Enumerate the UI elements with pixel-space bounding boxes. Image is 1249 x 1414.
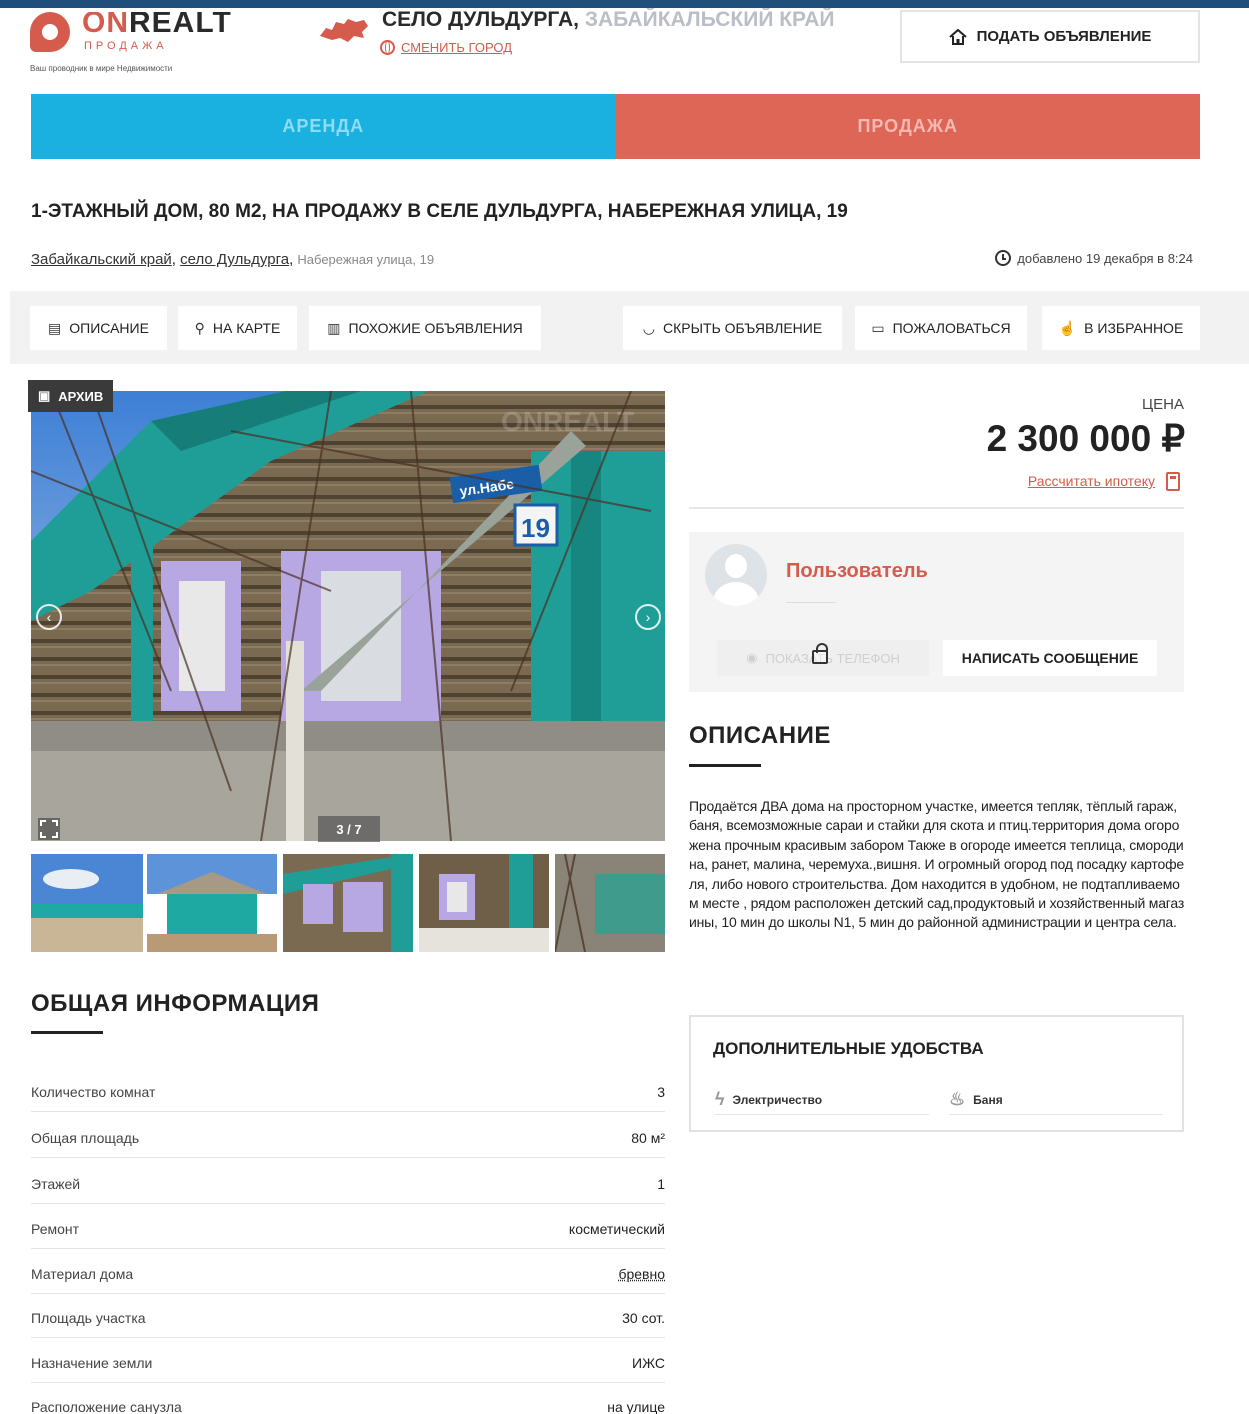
- top-bar: [0, 0, 1249, 8]
- write-message-button[interactable]: НАПИСАТЬ СООБЩЕНИЕ: [943, 640, 1157, 676]
- archive-icon: ▣: [38, 388, 51, 403]
- main-photo[interactable]: ул.Набе 19 ONREALT: [31, 391, 665, 841]
- divider: [786, 602, 836, 603]
- added-date: добавлено 19 декабря в 8:24: [995, 250, 1193, 266]
- info-row-renovation: Ремонт косметический: [31, 1205, 665, 1249]
- logo-tagline: Ваш проводник в мире Недвижимости: [30, 64, 173, 73]
- fullscreen-icon[interactable]: [38, 818, 60, 840]
- clock-icon: [995, 250, 1012, 266]
- bathhouse-icon: ♨: [949, 1089, 966, 1109]
- calculator-icon[interactable]: [1166, 472, 1180, 491]
- next-photo-button[interactable]: ›: [635, 604, 661, 630]
- document-icon: ▤: [48, 319, 62, 336]
- comment-icon: ▭: [871, 319, 885, 336]
- home-icon: [948, 28, 967, 45]
- globe-icon: [380, 40, 395, 55]
- photo-counter: 3 / 7: [318, 816, 380, 842]
- hide-ad-button[interactable]: ◡ СКРЫТЬ ОБЪЯВЛЕНИЕ: [623, 306, 842, 350]
- info-row-land-purpose: Назначение земли ИЖС: [31, 1339, 665, 1383]
- divider: [689, 507, 1184, 509]
- description-text: Продаётся ДВА дома на просторном участке…: [689, 798, 1185, 931]
- on-map-button[interactable]: ⚲ НА КАРТЕ: [178, 306, 297, 350]
- eye-icon: ◉: [746, 650, 758, 665]
- avatar: [705, 544, 767, 606]
- price-value: 2 300 000 ₽: [986, 418, 1185, 459]
- complain-button[interactable]: ▭ ПОЖАЛОВАТЬСЯ: [855, 306, 1027, 350]
- info-row-bathroom-location: Расположение санузла на улице: [31, 1399, 665, 1414]
- thumbnail-4[interactable]: [419, 854, 549, 952]
- thumbs-up-icon: ☝: [1058, 319, 1077, 336]
- photo-thumbnails: [31, 854, 665, 952]
- similar-ads-button[interactable]: ▥ ПОХОЖИЕ ОБЪЯВЛЕНИЯ: [309, 306, 541, 350]
- lock-icon: [812, 643, 828, 664]
- tab-rent[interactable]: АРЕНДА: [31, 94, 616, 159]
- amenity-electricity: ϟ Электричество: [715, 1085, 929, 1115]
- address: Забайкальский край, село Дульдурга, Набе…: [31, 251, 435, 268]
- material-link[interactable]: бревно: [618, 1266, 665, 1282]
- amenity-bathhouse: ♨ Баня: [949, 1085, 1163, 1115]
- info-row-floors: Этажей 1: [31, 1160, 665, 1204]
- info-row-material: Материал дома бревно: [31, 1250, 665, 1294]
- description-heading: ОПИСАНИЕ: [689, 722, 831, 749]
- thumbnail-3[interactable]: [283, 854, 413, 952]
- seller-card: Пользователь ◉ ПОКАЗАТЬ ТЕЛЕФОН НАПИСАТЬ…: [689, 532, 1184, 692]
- thumbnail-5[interactable]: [555, 854, 665, 952]
- list-icon: ▥: [327, 319, 341, 336]
- mode-tabs: АРЕНДА ПРОДАЖА: [31, 94, 1200, 159]
- amenities-heading: ДОПОЛНИТЕЛЬНЫЕ УДОБСТВА: [713, 1039, 984, 1058]
- prev-photo-button[interactable]: ‹: [36, 604, 62, 630]
- lightning-icon: ϟ: [715, 1089, 725, 1109]
- post-ad-button[interactable]: ПОДАТЬ ОБЪЯВЛЕНИЕ: [900, 10, 1200, 63]
- current-city: СЕЛО ДУЛЬДУРГА, ЗАБАЙКАЛЬСКИЙ КРАЙ: [382, 8, 835, 30]
- thumbnail-1[interactable]: [31, 854, 161, 952]
- heading-underline: [31, 1031, 103, 1034]
- logo-subtitle: ПРОДАЖА: [84, 40, 168, 52]
- address-village-link[interactable]: село Дульдурга: [180, 251, 289, 268]
- price-label: ЦЕНА: [1142, 396, 1184, 413]
- info-row-rooms: Количество комнат 3: [31, 1068, 665, 1112]
- eye-closed-icon: ◡: [642, 319, 656, 336]
- address-street: Набережная улица, 19: [297, 252, 435, 267]
- listing-title: 1-ЭТАЖНЫЙ ДОМ, 80 М2, НА ПРОДАЖУ В СЕЛЕ …: [31, 201, 848, 222]
- info-row-plot-area: Площадь участка 30 сот.: [31, 1294, 665, 1338]
- archive-badge: ▣ АРХИВ: [28, 380, 114, 412]
- info-row-area: Общая площадь 80 м²: [31, 1114, 665, 1158]
- favorite-button[interactable]: ☝ В ИЗБРАННОЕ: [1042, 306, 1200, 350]
- mortgage-calculator-link[interactable]: Рассчитать ипотеку: [1028, 473, 1155, 489]
- action-bar: ▤ ОПИСАНИЕ ⚲ НА КАРТЕ ▥ ПОХОЖИЕ ОБЪЯВЛЕН…: [10, 291, 1249, 364]
- map-pin-icon: ⚲: [194, 319, 205, 336]
- address-region-link[interactable]: Забайкальский край: [31, 251, 172, 268]
- logo-text: ONREALT: [82, 12, 232, 34]
- tab-sale[interactable]: ПРОДАЖА: [615, 94, 1200, 159]
- amenities-box: ДОПОЛНИТЕЛЬНЫЕ УДОБСТВА ϟ Электричество …: [689, 1015, 1184, 1132]
- house-number: 19: [521, 513, 550, 543]
- heading-underline: [689, 764, 761, 767]
- general-info-heading: ОБЩАЯ ИНФОРМАЦИЯ: [31, 990, 320, 1017]
- house-photo: ул.Набе 19 ONREALT: [31, 391, 665, 841]
- seller-name: Пользователь: [786, 560, 928, 582]
- thumbnail-2[interactable]: [147, 854, 277, 952]
- change-city-link[interactable]: СМЕНИТЬ ГОРОД: [380, 40, 512, 55]
- russia-map-icon: [320, 19, 368, 42]
- site-logo[interactable]: ONREALT ПРОДАЖА Ваш проводник в мире Нед…: [30, 8, 240, 78]
- logo-pin-icon: [30, 12, 70, 52]
- description-button[interactable]: ▤ ОПИСАНИЕ: [30, 306, 167, 350]
